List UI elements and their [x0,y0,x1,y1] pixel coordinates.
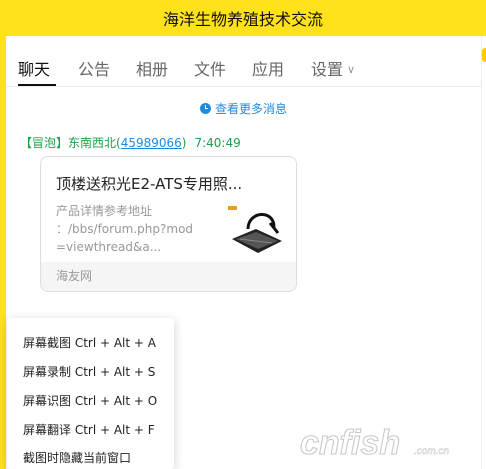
tab-settings[interactable]: 设置 ∨ [311,56,355,80]
card-source: 海友网 [41,262,296,291]
product-lamp-thumbnail-icon [226,199,284,257]
card-description-text: 产品详情参考地址 ：/bbs/forum.php?mod =viewthread… [56,204,194,254]
cnfish-watermark-logo: cnfish .com.cn [300,424,450,463]
view-more-messages-link[interactable]: 查看更多消息 [6,100,481,117]
window-title-bar[interactable]: 海洋生物养殖技术交流 [0,0,486,36]
sender-name-close: ) [181,136,187,150]
group-title: 海洋生物养殖技术交流 [162,10,323,29]
side-indicator-icon [482,48,486,62]
right-scroll-edge [481,36,486,469]
sender-name[interactable]: 东南西北( [68,136,121,150]
menu-item-screenshot[interactable]: 屏幕截图 Ctrl + Alt + A [23,334,156,351]
shared-link-card[interactable]: 顶楼送积光E2-ATS专用照... 产品详情参考地址 ：/bbs/forum.p… [40,156,297,292]
message-sender-line: 【冒泡】东南西北(45989066) 7:40:49 [20,134,241,151]
tab-bar: 聊天 公告 相册 文件 应用 设置 ∨ [6,36,481,87]
view-more-messages-label: 查看更多消息 [214,102,287,116]
menu-item-screen-record[interactable]: 屏幕录制 Ctrl + Alt + S [23,363,155,380]
tab-settings-label: 设置 [311,60,344,79]
card-description: 产品详情参考地址 ：/bbs/forum.php?mod =viewthread… [56,202,196,256]
watermark-suffix: .com.cn [414,446,449,457]
tab-announcements[interactable]: 公告 [78,56,110,80]
screenshot-context-menu: 屏幕截图 Ctrl + Alt + A 屏幕录制 Ctrl + Alt + S … [7,318,174,469]
sender-qq-link[interactable]: 45989066 [121,136,182,150]
bubble-badge: 【冒泡】 [20,136,69,150]
message-time: 7:40:49 [194,136,241,150]
watermark-text: cnfish [300,424,400,462]
menu-item-screen-translate[interactable]: 屏幕翻译 Ctrl + Alt + F [23,421,155,438]
tab-apps[interactable]: 应用 [252,56,284,80]
menu-item-screen-ocr[interactable]: 屏幕识图 Ctrl + Alt + O [23,392,157,409]
tab-album[interactable]: 相册 [136,56,168,80]
card-title: 顶楼送积光E2-ATS专用照... [56,175,243,193]
tab-chat[interactable]: 聊天 [18,56,50,80]
clock-icon [199,103,211,114]
active-tab-indicator [18,84,56,86]
chevron-down-icon: ∨ [347,63,356,76]
tab-files[interactable]: 文件 [194,56,226,80]
menu-item-hide-window-on-capture[interactable]: 截图时隐藏当前窗口 [23,449,131,466]
